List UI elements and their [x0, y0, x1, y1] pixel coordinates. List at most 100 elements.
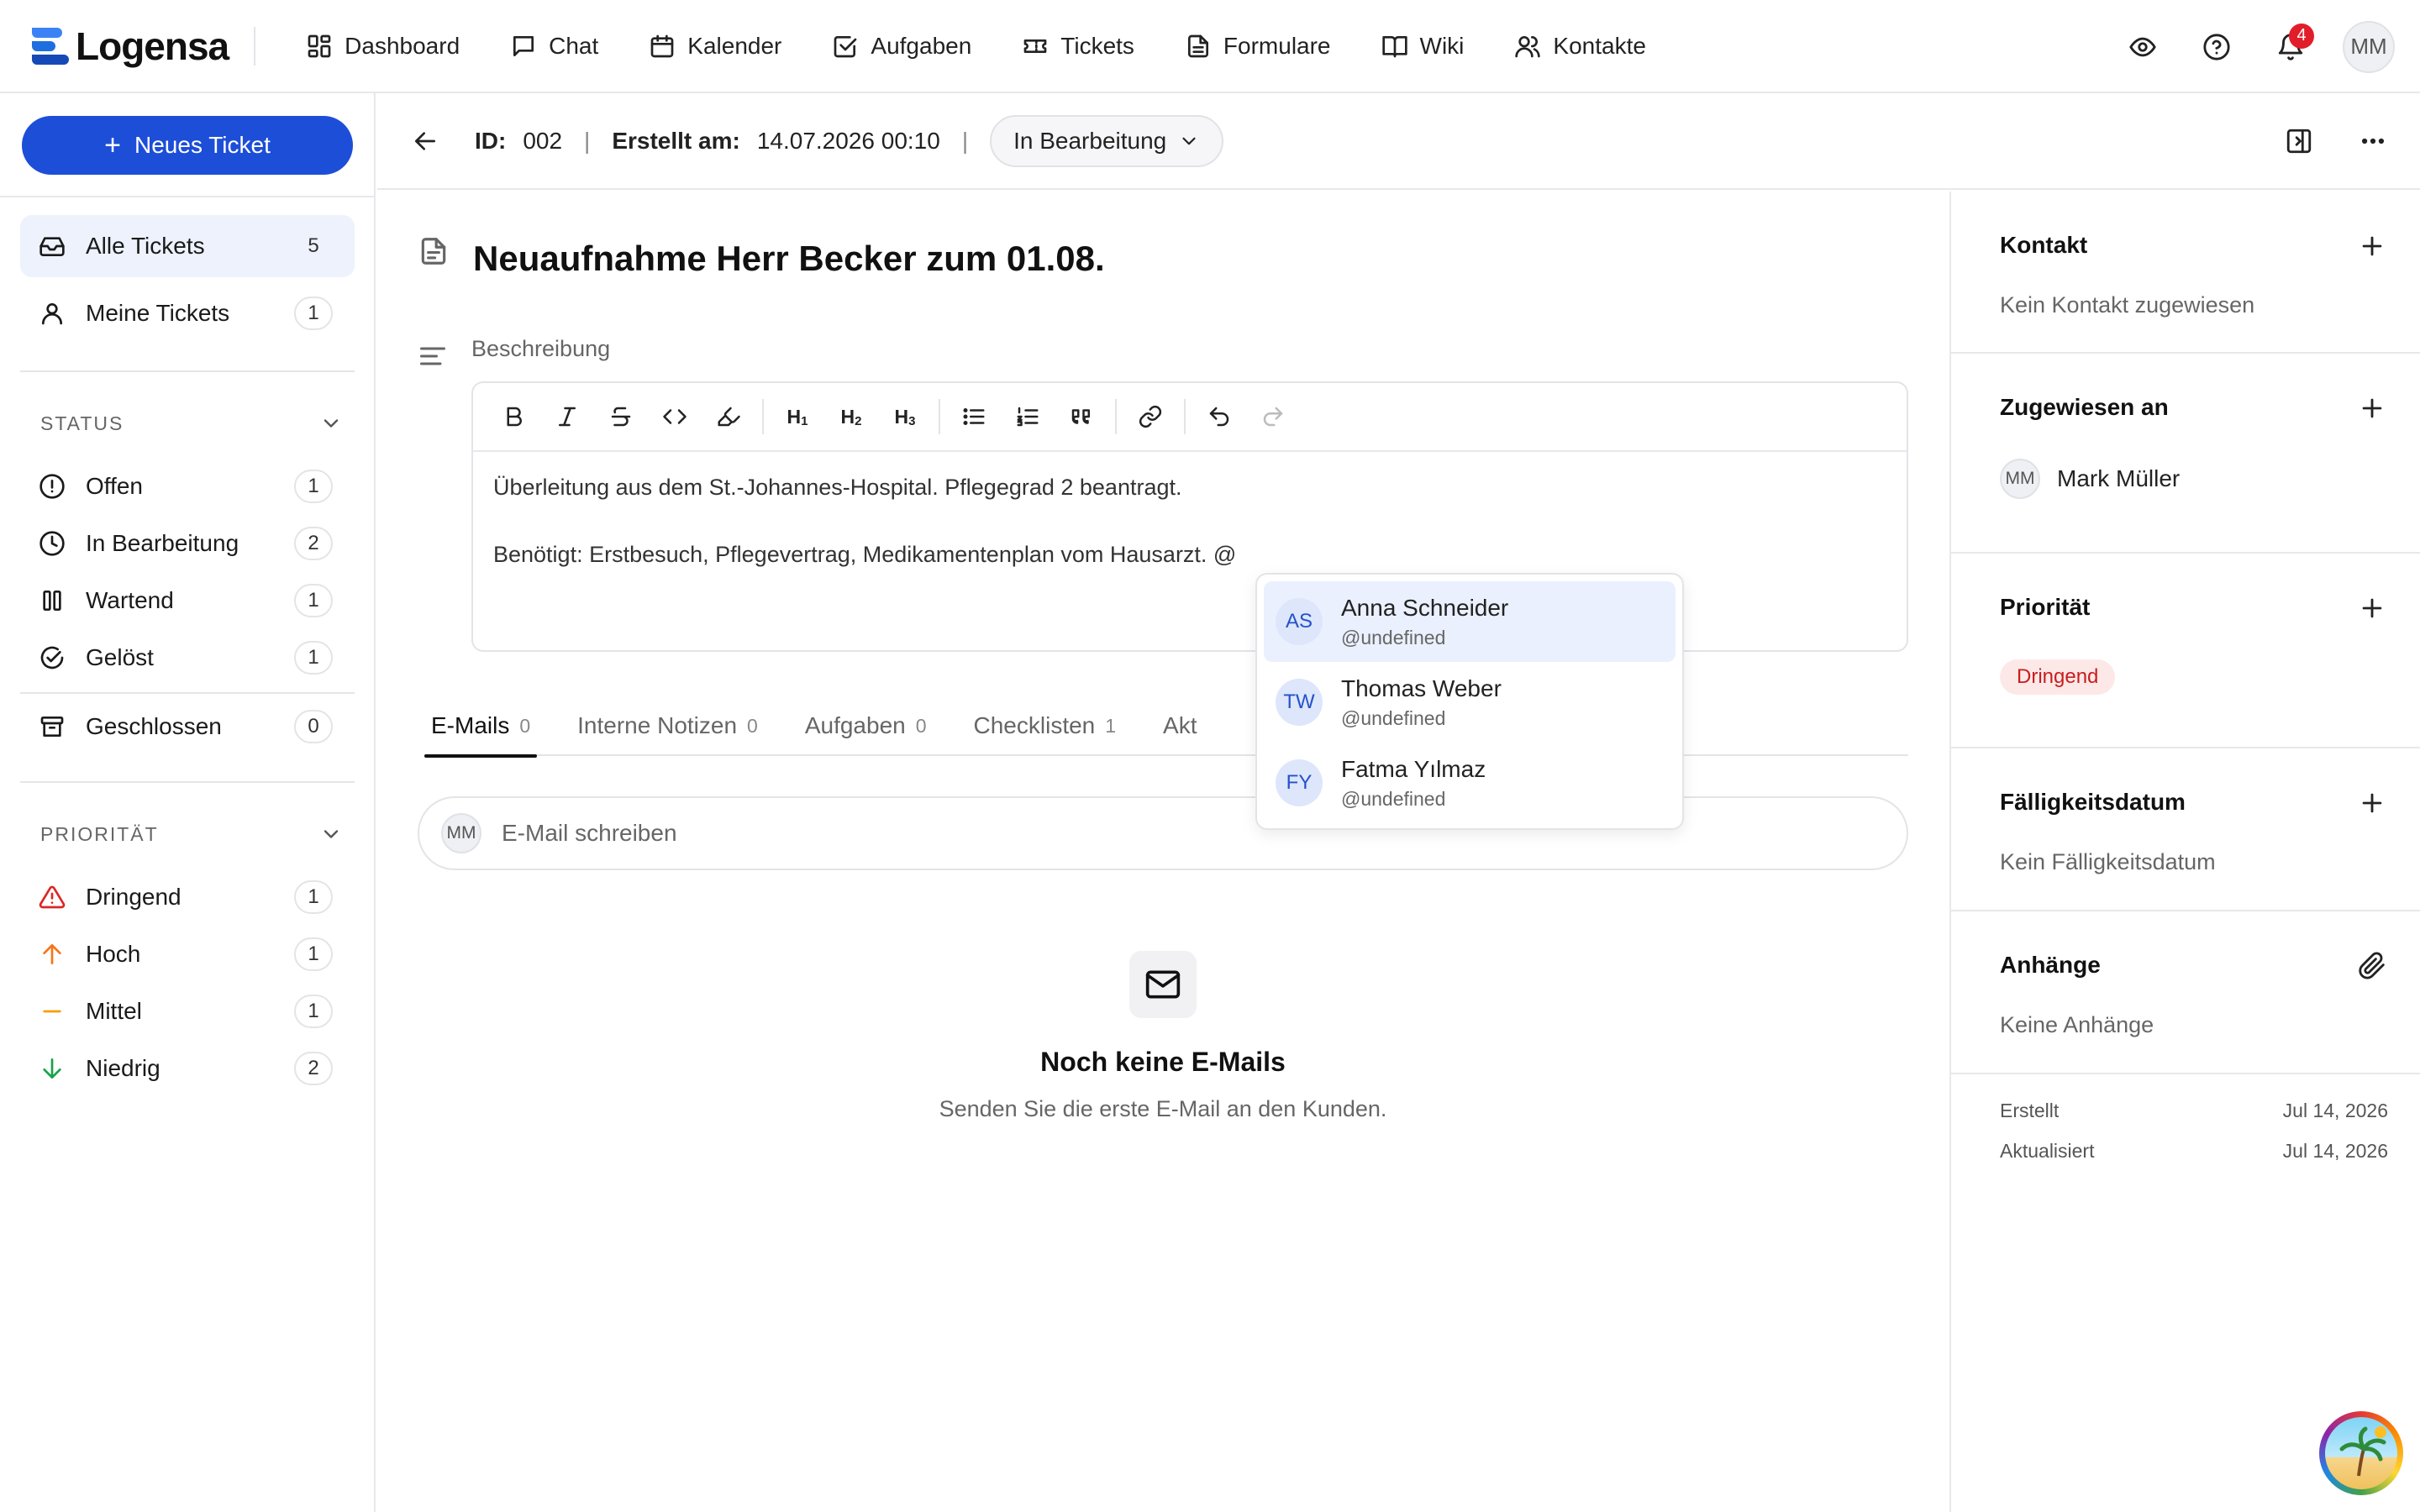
heading-1-button[interactable]: H1: [771, 390, 824, 444]
mention-text: Fatma Yılmaz @undefined: [1341, 756, 1486, 811]
nav-kalender[interactable]: Kalender: [623, 21, 807, 71]
plus-icon[interactable]: [2358, 789, 2386, 817]
avatar: MM: [2000, 459, 2040, 499]
bullet-list-button[interactable]: [947, 390, 1001, 444]
nav-wiki[interactable]: Wiki: [1356, 21, 1490, 71]
attachments-empty: Keine Anhänge: [2000, 1012, 2154, 1037]
highlight-button[interactable]: [702, 390, 755, 444]
divider: [20, 781, 355, 783]
tab-emails[interactable]: E-Mails 0: [424, 696, 538, 758]
plus-icon[interactable]: [2358, 594, 2386, 622]
sidebar-item-niedrig[interactable]: Niedrig 2: [20, 1037, 355, 1100]
visibility-button[interactable]: [2121, 25, 2165, 69]
paperclip-icon[interactable]: [2358, 952, 2386, 980]
italic-button[interactable]: [540, 390, 594, 444]
sidebar-item-wartend[interactable]: Wartend 1: [20, 570, 355, 632]
editor-paragraph: Benötigt: Erstbesuch, Pflegevertrag, Med…: [493, 542, 1237, 567]
logo[interactable]: Logensa: [27, 21, 229, 71]
toolbar-divider: [1184, 399, 1186, 434]
toolbar-divider: [762, 399, 764, 434]
user-avatar[interactable]: MM: [2343, 20, 2395, 73]
new-ticket-button[interactable]: + Neues Ticket: [22, 116, 353, 175]
tab-tasks[interactable]: Aufgaben 0: [798, 696, 934, 756]
mention-option[interactable]: FY Fatma Yılmaz @undefined: [1264, 743, 1676, 823]
more-button[interactable]: [2351, 119, 2395, 163]
top-right-actions: 4 MM: [2121, 0, 2395, 93]
tab-activity[interactable]: Akt: [1156, 696, 1203, 756]
ticket-header: ID: 002 | Erstellt am: 14.07.2026 00:10 …: [377, 93, 2420, 190]
ordered-list-icon: [1017, 407, 1039, 427]
sidebar-item-geschlossen[interactable]: Geschlossen 0: [20, 696, 355, 758]
ordered-list-button[interactable]: [1001, 390, 1055, 444]
plus-icon[interactable]: [2358, 394, 2386, 423]
sidebar-item-my-tickets[interactable]: Meine Tickets 1: [20, 282, 355, 344]
email-compose-input[interactable]: MM E-Mail schreiben: [418, 796, 1908, 870]
undo-button[interactable]: [1192, 390, 1246, 444]
back-button[interactable]: [408, 123, 443, 159]
bold-button[interactable]: [487, 390, 540, 444]
panel-right-icon: [2286, 129, 2312, 153]
mention-option[interactable]: TW Thomas Weber @undefined: [1264, 662, 1676, 743]
sidebar-item-all-tickets[interactable]: Alle Tickets 5: [20, 215, 355, 277]
sidebar-item-in-bearbeitung[interactable]: In Bearbeitung 2: [20, 512, 355, 575]
sidebar-item-label: Hoch: [86, 941, 141, 967]
sidebar-item-label: Gelöst: [86, 644, 154, 670]
user-icon: [42, 303, 62, 325]
priority-badge[interactable]: Dringend: [2000, 659, 2116, 695]
tab-checklists[interactable]: Checklisten 1: [967, 696, 1123, 756]
count-badge: 1: [294, 880, 333, 914]
chevron-down-icon: [324, 419, 339, 428]
ticket-created: Erstellt am: 14.07.2026 00:10: [612, 128, 939, 155]
nav-tickets[interactable]: Tickets: [997, 21, 1160, 71]
assignee[interactable]: MM Mark Müller: [2000, 459, 2180, 499]
count-badge: 2: [294, 1052, 333, 1085]
tab-internal-notes[interactable]: Interne Notizen 0: [571, 696, 765, 756]
code-button[interactable]: [648, 390, 702, 444]
h1-letter: H: [786, 405, 802, 428]
strikethrough-button[interactable]: [594, 390, 648, 444]
divider: [0, 196, 374, 197]
quote-icon: [1071, 409, 1090, 424]
nav-dashboard[interactable]: Dashboard: [281, 21, 485, 71]
mention-option[interactable]: AS Anna Schneider @undefined: [1264, 581, 1676, 662]
separator: |: [584, 127, 591, 154]
ticket-id-value: 002: [523, 127, 563, 154]
heading-2-button[interactable]: H2: [824, 390, 878, 444]
plus-icon[interactable]: [2358, 232, 2386, 260]
palm-tree-icon: [2339, 1426, 2386, 1477]
chevron-down-icon: [324, 830, 339, 838]
sidebar-item-mittel[interactable]: Mittel 1: [20, 980, 355, 1042]
mention-name: Thomas Weber: [1341, 675, 1502, 701]
meta-label: Aktualisiert: [2000, 1140, 2095, 1162]
heading-3-button[interactable]: H3: [878, 390, 932, 444]
mention-handle: @undefined: [1341, 787, 1446, 810]
link-button[interactable]: [1123, 390, 1177, 444]
nav-formulare[interactable]: Formulare: [1160, 21, 1356, 71]
sidebar-item-offen[interactable]: Offen 1: [20, 455, 355, 517]
nav-aufgaben[interactable]: Aufgaben: [807, 21, 997, 71]
nav-chat[interactable]: Chat: [485, 21, 623, 71]
text-align-left-icon: [420, 347, 445, 365]
status-section-header[interactable]: STATUS: [40, 407, 343, 440]
meta-value: Jul 14, 2026: [2282, 1140, 2388, 1162]
sidebar-item-dringend[interactable]: Dringend 1: [20, 866, 355, 928]
sidebar-item-hoch[interactable]: Hoch 1: [20, 923, 355, 985]
tab-label: Interne Notizen: [577, 712, 738, 738]
ticket-title[interactable]: Neuaufnahme Herr Becker zum 01.08.: [473, 239, 1105, 279]
redo-button[interactable]: [1246, 390, 1300, 444]
editor-content[interactable]: Überleitung aus dem St.-Johannes-Hospita…: [473, 452, 1907, 590]
count-badge: 0: [294, 710, 333, 743]
assignee-name: Mark Müller: [2057, 465, 2181, 491]
assistant-launcher-button[interactable]: [2319, 1411, 2403, 1495]
sidebar-item-geloest[interactable]: Gelöst 1: [20, 627, 355, 689]
status-dropdown[interactable]: In Bearbeitung: [990, 114, 1224, 167]
toggle-panel-button[interactable]: [2277, 119, 2321, 163]
priority-section-header[interactable]: PRIORITÄT: [40, 817, 343, 851]
blockquote-button[interactable]: [1055, 390, 1108, 444]
divider: [20, 692, 355, 694]
help-button[interactable]: [2195, 25, 2238, 69]
ticket-header-actions: [2277, 93, 2395, 188]
notifications-button[interactable]: 4: [2269, 23, 2314, 69]
nav-kontakte[interactable]: Kontakte: [1489, 21, 1671, 71]
avatar: MM: [441, 813, 481, 853]
